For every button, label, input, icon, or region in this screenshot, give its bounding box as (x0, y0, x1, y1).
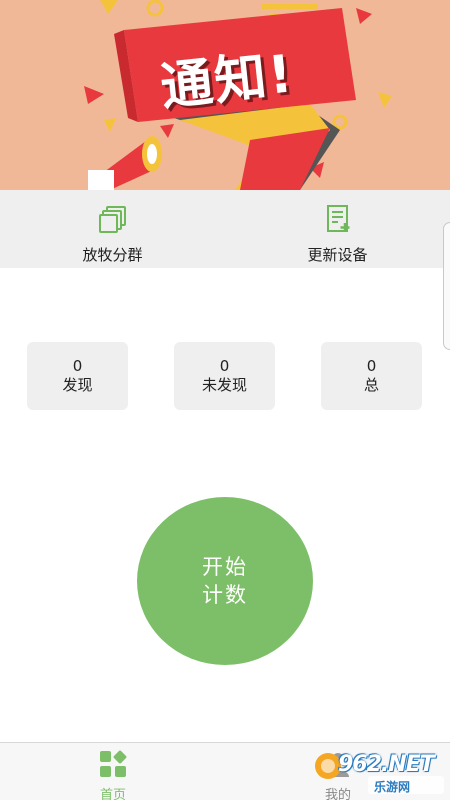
start-count-line2: 计数 (202, 583, 248, 607)
nav-home-label: 首页 (99, 788, 126, 800)
document-add-icon (323, 204, 353, 234)
stat-total-value: 0 (366, 357, 377, 375)
stat-not-found-label: 未发现 (201, 376, 247, 394)
watermark-subtext: 乐游网 (374, 780, 411, 794)
side-drawer-handle[interactable] (443, 222, 450, 350)
stat-not-found: 0 未发现 (174, 342, 275, 410)
update-device-label: 更新设备 (307, 246, 368, 264)
stat-total: 0 总 (321, 342, 422, 410)
banner-title: 通知! (157, 44, 298, 118)
site-watermark: 962.NET 乐游网 (312, 748, 446, 796)
start-count-button[interactable]: 开始 计数 (137, 497, 313, 665)
quick-actions: 放牧分群 更新设备 (0, 190, 450, 268)
herd-group-button[interactable]: 放牧分群 (0, 190, 225, 268)
stat-found-value: 0 (72, 357, 83, 375)
stat-not-found-value: 0 (219, 357, 230, 375)
update-device-button[interactable]: 更新设备 (225, 190, 450, 268)
nav-home[interactable]: 首页 (53, 743, 173, 800)
stat-total-label: 总 (363, 376, 379, 394)
watermark-text: 962.NET (338, 752, 435, 777)
copy-stack-icon (98, 204, 128, 234)
herd-group-label: 放牧分群 (82, 246, 143, 264)
grid-diamond-icon (99, 750, 127, 782)
start-count-line1: 开始 (202, 555, 248, 579)
stat-found-label: 发现 (62, 376, 93, 394)
notice-banner[interactable]: 通知! (0, 0, 450, 190)
stat-found: 0 发现 (27, 342, 128, 410)
